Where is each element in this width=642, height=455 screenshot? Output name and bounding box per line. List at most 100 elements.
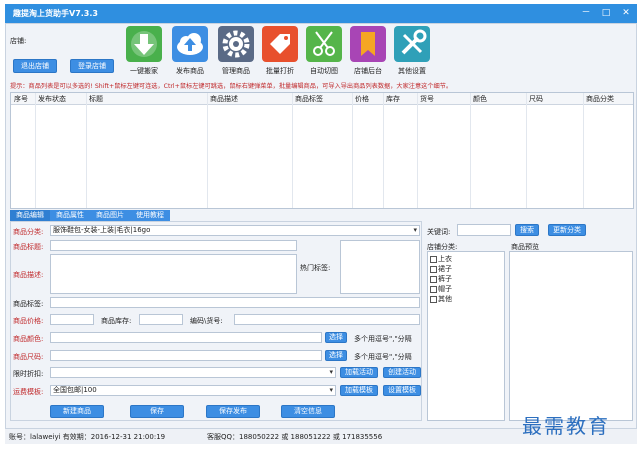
column-header-size[interactable]: 尺码 xyxy=(529,94,543,104)
window-title: 趣提淘上货助手V7.3.3 xyxy=(13,9,98,18)
search-button[interactable]: 搜索 xyxy=(515,224,539,236)
clear-info-button[interactable]: 清空信息 xyxy=(281,405,335,418)
category-check-item[interactable]: 上衣 xyxy=(430,254,504,264)
update-category-button[interactable]: 更新分类 xyxy=(548,224,586,236)
column-header-status[interactable]: 发布状态 xyxy=(38,94,66,104)
category-check-item[interactable]: 其他 xyxy=(430,294,504,304)
grid-divider xyxy=(86,93,87,208)
load-template-button[interactable]: 加载模板 xyxy=(340,385,378,396)
category-check-item[interactable]: 裙子 xyxy=(430,264,504,274)
category-name: 帽子 xyxy=(438,285,452,293)
stock-label: 商品库存: xyxy=(101,317,132,325)
toolbar-label: 店铺后台 xyxy=(354,67,382,75)
description-textarea[interactable] xyxy=(50,254,297,294)
size-label: 商品尺码: xyxy=(13,353,44,361)
grid-divider xyxy=(526,93,527,208)
tab-product-images[interactable]: 商品图片 xyxy=(90,210,130,221)
category-select[interactable]: 服饰鞋包-女装-上装|毛衣|16go ▾ xyxy=(50,225,420,236)
toolbar-item-shop-backend[interactable]: 店铺后台 xyxy=(344,26,392,76)
size-select-button[interactable]: 选择 xyxy=(325,350,347,361)
tab-product-attributes[interactable]: 商品属性 xyxy=(50,210,90,221)
toolbar-item-other-settings[interactable]: 其他设置 xyxy=(388,26,436,76)
checkbox[interactable] xyxy=(430,265,437,273)
grid-header: 序号 发布状态 标题 商品描述 商品标签 价格 库存 货号 颜色 尺码 商品分类 xyxy=(11,93,633,105)
shipping-value: 全国包邮|100 xyxy=(53,386,97,394)
size-hint: 多个用逗号","分隔 xyxy=(354,353,412,361)
set-template-button[interactable]: 设置模板 xyxy=(383,385,421,396)
new-product-button[interactable]: 新建商品 xyxy=(50,405,104,418)
category-name: 上衣 xyxy=(438,255,452,263)
chevron-down-icon: ▾ xyxy=(329,368,333,376)
grid-divider xyxy=(417,93,418,208)
price-input[interactable] xyxy=(50,314,94,325)
logout-shop-button[interactable]: 退出店铺 xyxy=(13,59,57,73)
grid-divider xyxy=(35,93,36,208)
download-arrow-icon xyxy=(126,26,162,62)
category-label: 商品分类: xyxy=(13,228,44,236)
discount-select[interactable]: ▾ xyxy=(50,367,336,378)
minimize-button[interactable]: － xyxy=(579,7,593,19)
checkbox[interactable] xyxy=(430,275,437,283)
column-header-color[interactable]: 颜色 xyxy=(473,94,487,104)
category-name: 其他 xyxy=(438,295,452,303)
tab-product-edit[interactable]: 商品编辑 xyxy=(10,210,50,221)
bookmark-icon xyxy=(350,26,386,62)
toolbar-label: 批量打折 xyxy=(266,67,294,75)
column-header-tags[interactable]: 商品标签 xyxy=(295,94,323,104)
tab-tutorial[interactable]: 使用教程 xyxy=(130,210,170,221)
maximize-button[interactable]: □ xyxy=(599,7,613,19)
column-header-category[interactable]: 商品分类 xyxy=(586,94,614,104)
grid-divider xyxy=(207,93,208,208)
price-label: 商品价格: xyxy=(13,317,44,325)
column-header-description[interactable]: 商品描述 xyxy=(210,94,238,104)
price-tag-icon xyxy=(262,26,298,62)
product-list-grid[interactable]: 序号 发布状态 标题 商品描述 商品标签 价格 库存 货号 颜色 尺码 商品分类 xyxy=(10,92,634,209)
scissors-icon xyxy=(306,26,342,62)
column-header-index[interactable]: 序号 xyxy=(14,94,28,104)
watermark-text: 最需教育 xyxy=(522,414,610,438)
checkbox[interactable] xyxy=(430,255,437,263)
color-input[interactable] xyxy=(50,332,322,343)
column-header-stock[interactable]: 库存 xyxy=(386,94,400,104)
hint-text: 提示：商品列表是可以多选的! Shift+鼠标左键可连选，Ctrl+鼠标左键可跳… xyxy=(10,83,453,90)
gear-icon xyxy=(218,26,254,62)
checkbox[interactable] xyxy=(430,295,437,303)
login-shop-button[interactable]: 登录店铺 xyxy=(70,59,114,73)
title-input[interactable] xyxy=(50,240,297,251)
stock-input[interactable] xyxy=(139,314,183,325)
shipping-label: 运费模板: xyxy=(13,388,44,396)
category-check-item[interactable]: 裤子 xyxy=(430,274,504,284)
toolbar-label: 发布商品 xyxy=(176,67,204,75)
toolbar-label: 其他设置 xyxy=(398,67,426,75)
toolbar-label: 自动切图 xyxy=(310,67,338,75)
column-header-sku[interactable]: 货号 xyxy=(420,94,434,104)
save-button[interactable]: 保存 xyxy=(130,405,184,418)
toolbar-item-discount[interactable]: 批量打折 xyxy=(256,26,304,76)
service-qq: 客服QQ：188050222 或 188051222 或 171835556 xyxy=(207,433,383,441)
color-hint: 多个用逗号","分隔 xyxy=(354,335,412,343)
column-header-price[interactable]: 价格 xyxy=(355,94,369,104)
grid-divider xyxy=(383,93,384,208)
shop-category-list[interactable]: 上衣 裙子 裤子 帽子 其他 xyxy=(427,251,505,421)
toolbar-item-publish[interactable]: 发布商品 xyxy=(166,26,214,76)
close-button[interactable]: ✕ xyxy=(619,7,633,19)
color-select-button[interactable]: 选择 xyxy=(325,332,347,343)
keyword-input[interactable] xyxy=(457,224,511,236)
create-activity-button[interactable]: 创建活动 xyxy=(383,367,421,378)
size-input[interactable] xyxy=(50,350,322,361)
load-activity-button[interactable]: 加载活动 xyxy=(340,367,378,378)
toolbar-item-manage[interactable]: 管理商品 xyxy=(212,26,260,76)
tags-input[interactable] xyxy=(50,297,420,308)
column-header-title[interactable]: 标题 xyxy=(89,94,103,104)
tab-strip: 商品编辑 商品属性 商品图片 使用教程 xyxy=(10,210,170,221)
shipping-select[interactable]: 全国包邮|100 ▾ xyxy=(50,385,336,396)
toolbar-item-auto-crop[interactable]: 自动切图 xyxy=(300,26,348,76)
grid-divider xyxy=(583,93,584,208)
hot-tags-box[interactable] xyxy=(340,240,420,294)
tags-label: 商品标签: xyxy=(13,300,44,308)
save-publish-button[interactable]: 保存发布 xyxy=(206,405,260,418)
toolbar-item-one-click-move[interactable]: 一键搬家 xyxy=(120,26,168,76)
sku-input[interactable] xyxy=(234,314,420,325)
checkbox[interactable] xyxy=(430,285,437,293)
category-check-item[interactable]: 帽子 xyxy=(430,284,504,294)
